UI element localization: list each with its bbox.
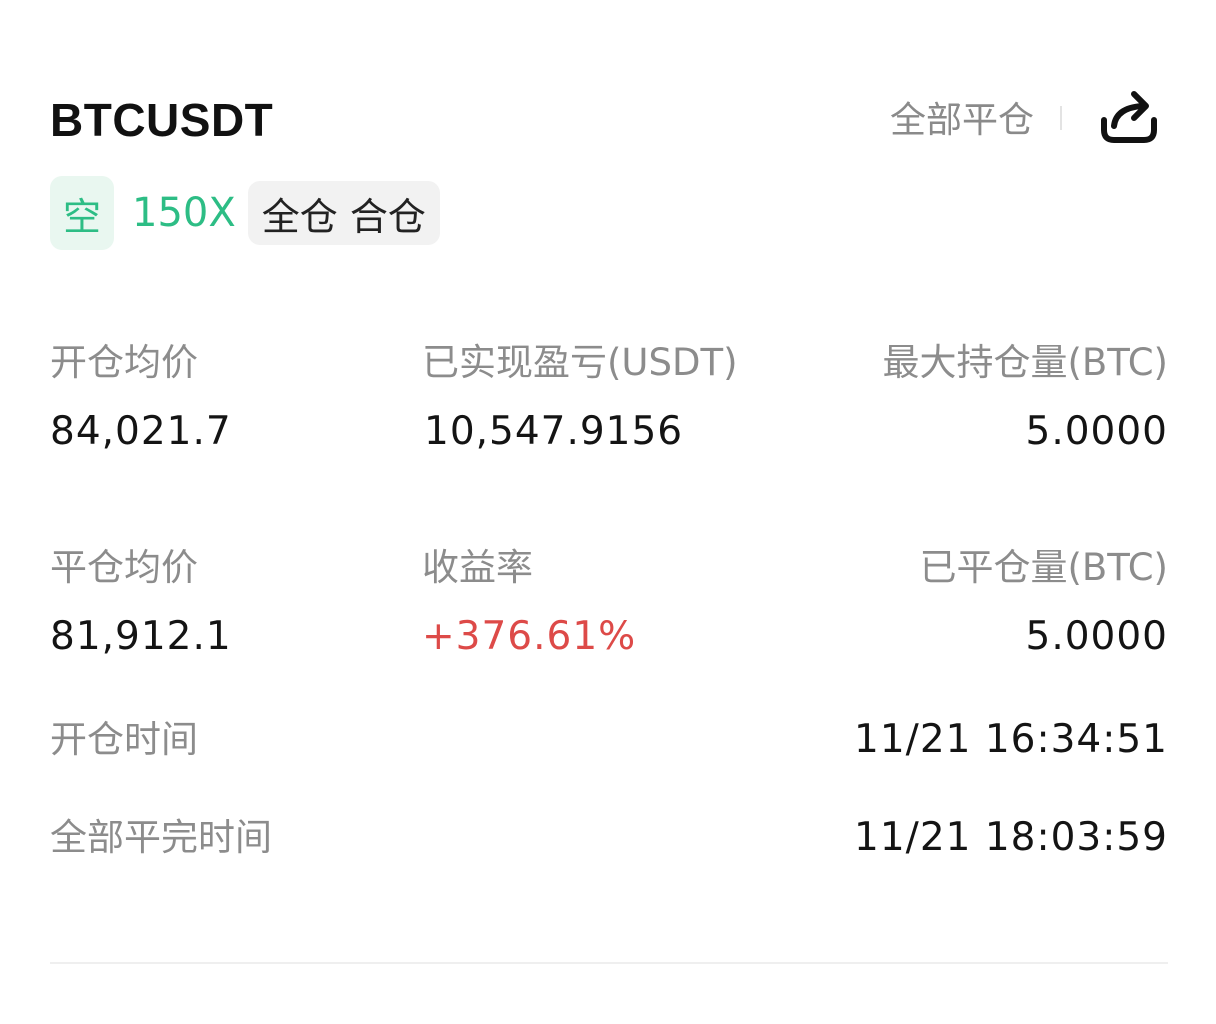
header-divider [1060, 106, 1062, 130]
open-avg-price-label: 开仓均价 [50, 341, 198, 384]
position-history-card: BTCUSDT 全部平仓 空 150X 全仓 合仓 开仓均价 84,021.7 … [50, 0, 1168, 1024]
close-avg-price-label: 平仓均价 [50, 546, 198, 589]
close-avg-price-value: 81,912.1 [50, 614, 232, 659]
roi-value: +376.61% [422, 614, 637, 659]
close-time-value: 11/21 18:03:59 [854, 815, 1168, 860]
share-icon[interactable] [1098, 86, 1160, 148]
max-position-label: 最大持仓量(BTC) [882, 341, 1168, 384]
symbol-title: BTCUSDT [50, 94, 274, 146]
realized-pnl-label: 已实现盈亏(USDT) [422, 341, 738, 384]
close-time-label: 全部平完时间 [50, 816, 272, 859]
card-divider [50, 962, 1168, 964]
max-position-value: 5.0000 [1025, 409, 1168, 454]
margin-mode-badge: 全仓 合仓 [247, 181, 440, 245]
open-time-label: 开仓时间 [50, 718, 198, 761]
leverage-label: 150X [132, 190, 236, 236]
direction-badge: 空 [50, 176, 114, 250]
realized-pnl-value: 10,547.9156 [424, 409, 684, 454]
position-tags: 空 150X 全仓 合仓 [50, 176, 440, 250]
open-avg-price-value: 84,021.7 [50, 409, 232, 454]
close-all-button[interactable]: 全部平仓 [890, 98, 1034, 144]
closed-position-value: 5.0000 [1025, 614, 1168, 659]
roi-label: 收益率 [422, 546, 533, 589]
closed-position-label: 已平仓量(BTC) [919, 546, 1168, 589]
open-time-value: 11/21 16:34:51 [854, 717, 1168, 762]
